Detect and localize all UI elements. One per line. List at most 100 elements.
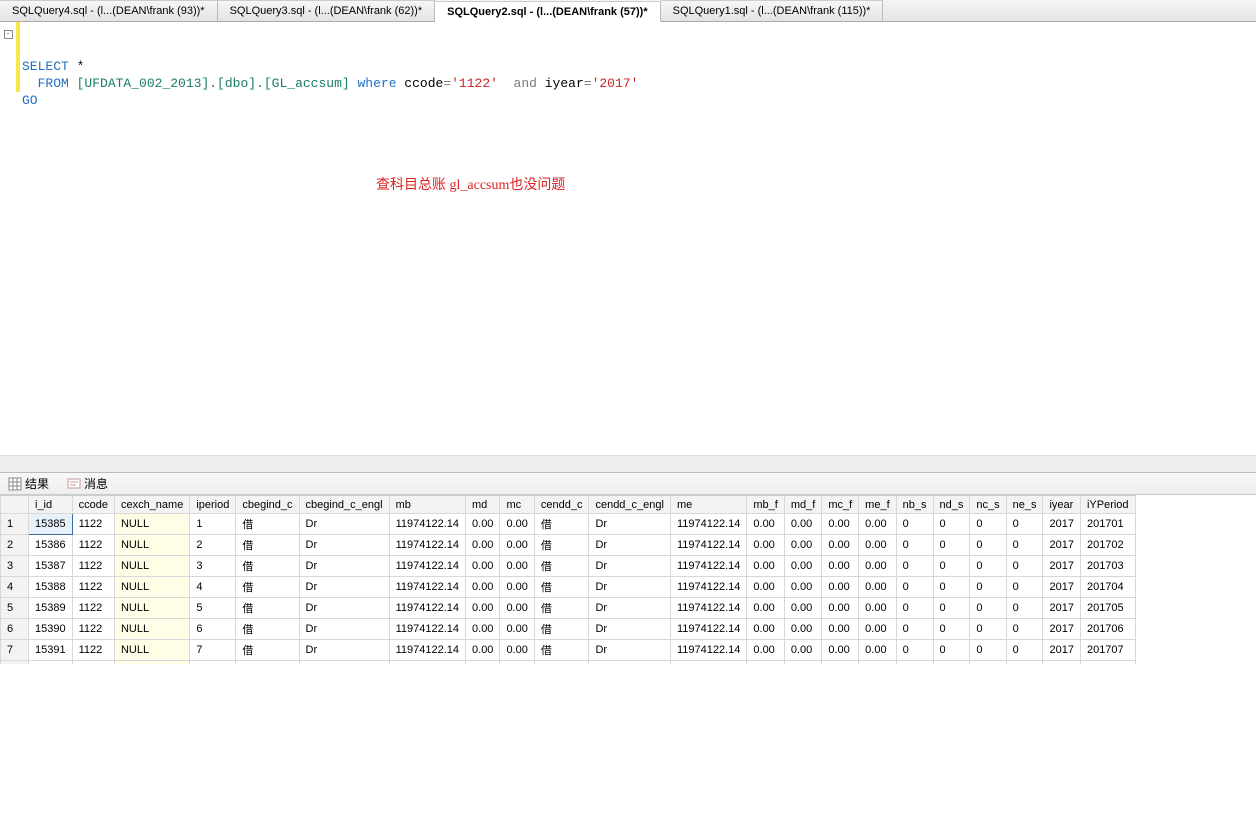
editor-scrollbar[interactable]: [0, 455, 1256, 472]
row-number[interactable]: 4: [1, 577, 29, 598]
tab-messages[interactable]: 消息: [61, 474, 114, 493]
cell[interactable]: 借: [534, 598, 589, 619]
cell[interactable]: 0.00: [859, 619, 896, 640]
cell[interactable]: NULL: [114, 619, 189, 640]
cell[interactable]: 1122: [72, 640, 114, 661]
cell[interactable]: 15388: [29, 577, 73, 598]
cell[interactable]: 借: [236, 556, 299, 577]
cell[interactable]: 0: [933, 619, 970, 640]
cell[interactable]: 11974122.14: [670, 514, 746, 535]
sql-editor[interactable]: - SELECT * FROM [UFDATA_002_2013].[dbo].…: [0, 22, 1256, 455]
cell[interactable]: 0: [933, 577, 970, 598]
cell[interactable]: 0.00: [466, 535, 500, 556]
cell[interactable]: 0.00: [784, 598, 821, 619]
cell[interactable]: 0.00: [500, 619, 534, 640]
cell[interactable]: 借: [236, 640, 299, 661]
cell[interactable]: 0.00: [466, 577, 500, 598]
column-header[interactable]: cexch_name: [114, 496, 189, 514]
cell[interactable]: 4: [190, 577, 236, 598]
cell[interactable]: 0.00: [822, 640, 859, 661]
cell[interactable]: 11974122.14: [670, 640, 746, 661]
cell[interactable]: 201707: [1080, 640, 1135, 661]
table-row[interactable]: 4153881122NULL4借Dr11974122.140.000.00借Dr…: [1, 577, 1136, 598]
table-row[interactable]: 6153901122NULL6借Dr11974122.140.000.00借Dr…: [1, 619, 1136, 640]
cell[interactable]: 0: [896, 556, 933, 577]
row-number[interactable]: 7: [1, 640, 29, 661]
column-header[interactable]: cendd_c_engl: [589, 496, 671, 514]
cell[interactable]: 1122: [72, 577, 114, 598]
cell[interactable]: Dr: [299, 556, 389, 577]
cell[interactable]: 0: [933, 640, 970, 661]
cell[interactable]: Dr: [589, 598, 671, 619]
cell[interactable]: 11974122.14: [389, 619, 465, 640]
cell[interactable]: 0: [896, 514, 933, 535]
cell[interactable]: 201703: [1080, 556, 1135, 577]
doc-tab[interactable]: SQLQuery2.sql - (l...(DEAN\frank (57))*: [435, 1, 660, 22]
cell[interactable]: 0.00: [822, 514, 859, 535]
cell[interactable]: 15390: [29, 619, 73, 640]
fold-toggle-icon[interactable]: -: [4, 30, 13, 39]
column-header[interactable]: me: [670, 496, 746, 514]
cell[interactable]: Dr: [299, 640, 389, 661]
cell[interactable]: 0.00: [747, 556, 784, 577]
cell[interactable]: 0: [896, 577, 933, 598]
cell[interactable]: 1122: [72, 598, 114, 619]
cell[interactable]: 借: [236, 598, 299, 619]
table-row[interactable]: 5153891122NULL5借Dr11974122.140.000.00借Dr…: [1, 598, 1136, 619]
cell[interactable]: 借: [236, 619, 299, 640]
cell[interactable]: 7: [190, 640, 236, 661]
cell[interactable]: Dr: [589, 535, 671, 556]
cell[interactable]: 0: [896, 535, 933, 556]
column-header[interactable]: nc_s: [970, 496, 1006, 514]
cell[interactable]: 0.00: [859, 556, 896, 577]
tab-results[interactable]: 结果: [2, 474, 55, 493]
cell[interactable]: 0.00: [466, 598, 500, 619]
cell[interactable]: 0.00: [784, 577, 821, 598]
cell[interactable]: 借: [534, 577, 589, 598]
cell[interactable]: NULL: [114, 598, 189, 619]
cell[interactable]: Dr: [589, 577, 671, 598]
table-row[interactable]: 1153851122NULL1借Dr11974122.140.000.00借Dr…: [1, 514, 1136, 535]
cell[interactable]: 0.00: [784, 514, 821, 535]
cell[interactable]: 0.00: [466, 640, 500, 661]
cell[interactable]: 0: [1006, 577, 1043, 598]
cell[interactable]: 15389: [29, 598, 73, 619]
cell[interactable]: 2017: [1043, 556, 1080, 577]
cell[interactable]: 11974122.14: [389, 514, 465, 535]
cell[interactable]: 0.00: [500, 535, 534, 556]
row-number[interactable]: 2: [1, 535, 29, 556]
cell[interactable]: 0.00: [784, 556, 821, 577]
cell[interactable]: 5: [190, 598, 236, 619]
column-header[interactable]: mc_f: [822, 496, 859, 514]
cell[interactable]: 0: [970, 556, 1006, 577]
cell[interactable]: 0.00: [822, 535, 859, 556]
cell[interactable]: 15386: [29, 535, 73, 556]
cell[interactable]: 2: [190, 535, 236, 556]
cell[interactable]: 1122: [72, 619, 114, 640]
column-header[interactable]: md: [466, 496, 500, 514]
cell[interactable]: 11974122.14: [670, 556, 746, 577]
cell[interactable]: Dr: [299, 598, 389, 619]
cell[interactable]: 3: [190, 556, 236, 577]
cell[interactable]: 201704: [1080, 577, 1135, 598]
cell[interactable]: Dr: [299, 577, 389, 598]
column-header[interactable]: mc: [500, 496, 534, 514]
column-header[interactable]: mb_f: [747, 496, 784, 514]
results-grid-wrap[interactable]: i_idccodecexch_nameiperiodcbegind_ccbegi…: [0, 495, 1256, 664]
cell[interactable]: 0: [933, 556, 970, 577]
cell[interactable]: 0.00: [500, 577, 534, 598]
cell[interactable]: 0.00: [500, 556, 534, 577]
column-header[interactable]: ne_s: [1006, 496, 1043, 514]
cell[interactable]: 0: [970, 640, 1006, 661]
cell[interactable]: 0.00: [500, 514, 534, 535]
cell[interactable]: 0.00: [466, 619, 500, 640]
row-number[interactable]: 5: [1, 598, 29, 619]
cell[interactable]: Dr: [299, 514, 389, 535]
cell[interactable]: Dr: [589, 514, 671, 535]
row-number[interactable]: 1: [1, 514, 29, 535]
column-header[interactable]: mb: [389, 496, 465, 514]
cell[interactable]: 0: [970, 535, 1006, 556]
column-header[interactable]: [1, 496, 29, 514]
cell[interactable]: 0.00: [500, 640, 534, 661]
cell[interactable]: 0: [1006, 514, 1043, 535]
